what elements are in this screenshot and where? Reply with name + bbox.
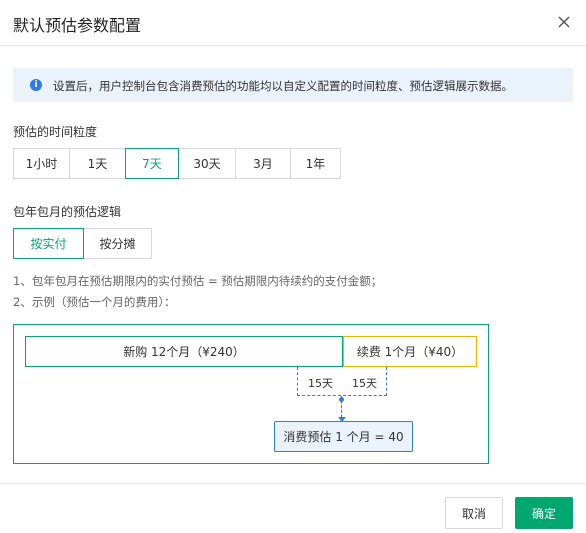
option-actual-payment[interactable]: 按实付 (13, 228, 84, 259)
option-1-day[interactable]: 1天 (69, 148, 126, 179)
close-icon[interactable] (556, 14, 572, 30)
logic-selector: 按实付 按分摊 (13, 228, 152, 259)
info-text: 设置后，用户控制台包含消费预估的功能均以自定义配置的时间粒度、预估逻辑展示数据。 (53, 79, 513, 93)
note-line-1: 1、包年包月在预估期限内的实付预估 = 预估期限内待续约的支付金额； (13, 274, 383, 288)
estimate-result: 消费预估 1 个月 = 40 (274, 421, 413, 452)
option-1-year[interactable]: 1年 (290, 148, 341, 179)
renewal-bar: 续费 1个月（¥40） (343, 336, 477, 367)
option-30-days[interactable]: 30天 (178, 148, 236, 179)
option-7-days[interactable]: 7天 (125, 148, 179, 179)
time-granularity-label: 预估的时间粒度 (13, 125, 98, 139)
footer-divider (0, 483, 586, 484)
dialog-title: 默认预估参数配置 (13, 16, 142, 35)
ok-button[interactable]: 确定 (515, 497, 573, 529)
dialog-header: 默认预估参数配置 (0, 0, 586, 46)
new-purchase-bar: 新购 12个月（¥240） (25, 336, 343, 367)
option-3-months[interactable]: 3月 (235, 148, 291, 179)
info-icon: i (30, 79, 42, 91)
logic-label: 包年包月的预估逻辑 (13, 205, 122, 219)
cancel-button[interactable]: 取消 (445, 497, 503, 529)
connector-dot (339, 397, 344, 402)
right-days-label: 15天 (352, 377, 377, 390)
example-diagram: 新购 12个月（¥240） 续费 1个月（¥40） 15天 15天 消费预估 1… (13, 324, 489, 464)
info-banner: i 设置后，用户控制台包含消费预估的功能均以自定义配置的时间粒度、预估逻辑展示数… (13, 68, 573, 102)
note-line-2: 2、示例（预估一个月的费用）： (13, 295, 176, 309)
option-1-hour[interactable]: 1小时 (13, 148, 70, 179)
option-amortized[interactable]: 按分摊 (83, 228, 152, 259)
left-days-label: 15天 (308, 377, 333, 390)
time-granularity-selector: 1小时 1天 7天 30天 3月 1年 (13, 148, 341, 179)
config-dialog: 默认预估参数配置 i 设置后，用户控制台包含消费预估的功能均以自定义配置的时间粒… (0, 0, 586, 533)
